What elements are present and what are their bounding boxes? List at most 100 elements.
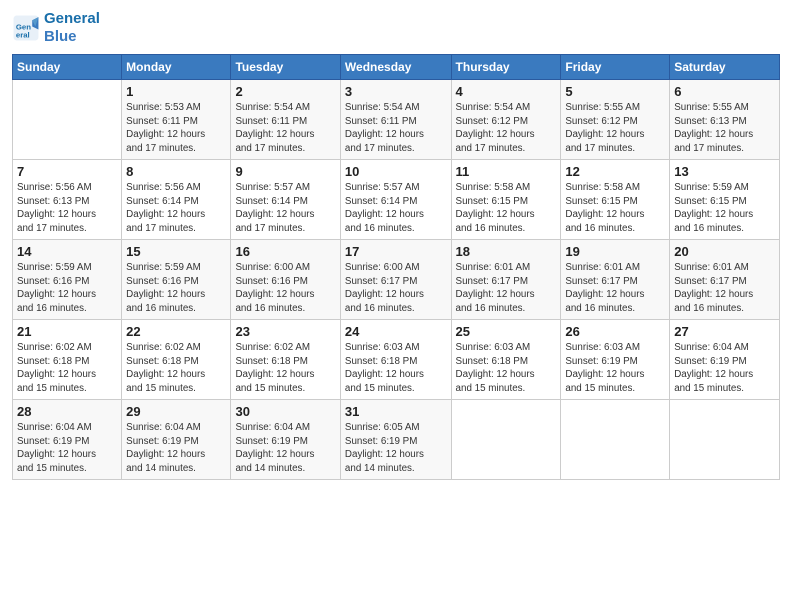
day-number: 28 — [17, 404, 117, 419]
day-number: 3 — [345, 84, 447, 99]
calendar-cell — [451, 400, 561, 480]
day-number: 16 — [235, 244, 335, 259]
day-number: 17 — [345, 244, 447, 259]
calendar-cell: 15 Sunrise: 5:59 AM Sunset: 6:16 PM Dayli… — [122, 240, 231, 320]
calendar-week-3: 21 Sunrise: 6:02 AM Sunset: 6:18 PM Dayli… — [13, 320, 780, 400]
calendar-cell — [561, 400, 670, 480]
day-number: 15 — [126, 244, 226, 259]
calendar-cell: 17 Sunrise: 6:00 AM Sunset: 6:17 PM Dayli… — [340, 240, 451, 320]
calendar-cell: 10 Sunrise: 5:57 AM Sunset: 6:14 PM Dayli… — [340, 160, 451, 240]
day-info: Sunrise: 6:04 AM Sunset: 6:19 PM Dayligh… — [126, 421, 226, 476]
calendar-cell — [13, 80, 122, 160]
day-number: 22 — [126, 324, 226, 339]
day-header-monday: Monday — [122, 55, 231, 80]
calendar-cell: 13Sunrise: 5:59 AM Sunset: 6:15 PM Dayli… — [670, 160, 780, 240]
day-info: Sunrise: 6:01 AM Sunset: 6:17 PM Dayligh… — [456, 261, 557, 316]
day-info: Sunrise: 6:04 AM Sunset: 6:19 PM Dayligh… — [674, 341, 775, 396]
calendar-cell: 25 Sunrise: 6:03 AM Sunset: 6:18 PM Dayli… — [451, 320, 561, 400]
day-number: 18 — [456, 244, 557, 259]
day-info: Sunrise: 6:02 AM Sunset: 6:18 PM Dayligh… — [126, 341, 226, 396]
day-number: 27 — [674, 324, 775, 339]
logo-text: General Blue — [44, 10, 100, 46]
day-number: 21 — [17, 324, 117, 339]
logo-icon: Gen eral — [12, 14, 40, 42]
day-info: Sunrise: 6:00 AM Sunset: 6:16 PM Dayligh… — [235, 261, 335, 316]
day-info: Sunrise: 5:56 AM Sunset: 6:14 PM Dayligh… — [126, 181, 226, 236]
day-info: Sunrise: 6:02 AM Sunset: 6:18 PM Dayligh… — [235, 341, 335, 396]
day-header-friday: Friday — [561, 55, 670, 80]
day-info: Sunrise: 5:54 AM Sunset: 6:11 PM Dayligh… — [235, 101, 335, 156]
day-info: Sunrise: 5:57 AM Sunset: 6:14 PM Dayligh… — [345, 181, 447, 236]
page-container: Gen eral General Blue SundayMondayTuesda… — [0, 0, 792, 488]
day-number: 23 — [235, 324, 335, 339]
day-info: Sunrise: 6:02 AM Sunset: 6:18 PM Dayligh… — [17, 341, 117, 396]
calendar-cell: 29Sunrise: 6:04 AM Sunset: 6:19 PM Dayli… — [122, 400, 231, 480]
day-header-saturday: Saturday — [670, 55, 780, 80]
day-info: Sunrise: 6:00 AM Sunset: 6:17 PM Dayligh… — [345, 261, 447, 316]
day-header-thursday: Thursday — [451, 55, 561, 80]
calendar-cell: 26 Sunrise: 6:03 AM Sunset: 6:19 PM Dayli… — [561, 320, 670, 400]
day-header-tuesday: Tuesday — [231, 55, 340, 80]
calendar-cell: 16 Sunrise: 6:00 AM Sunset: 6:16 PM Dayli… — [231, 240, 340, 320]
calendar-cell: 23 Sunrise: 6:02 AM Sunset: 6:18 PM Dayli… — [231, 320, 340, 400]
calendar-cell: 1Sunrise: 5:53 AM Sunset: 6:11 PM Daylig… — [122, 80, 231, 160]
day-number: 12 — [565, 164, 665, 179]
day-number: 31 — [345, 404, 447, 419]
day-info: Sunrise: 5:53 AM Sunset: 6:11 PM Dayligh… — [126, 101, 226, 156]
day-info: Sunrise: 5:54 AM Sunset: 6:11 PM Dayligh… — [345, 101, 447, 156]
logo: Gen eral General Blue — [12, 10, 100, 46]
calendar-cell: 11 Sunrise: 5:58 AM Sunset: 6:15 PM Dayli… — [451, 160, 561, 240]
day-number: 4 — [456, 84, 557, 99]
calendar-cell: 8 Sunrise: 5:56 AM Sunset: 6:14 PM Daylig… — [122, 160, 231, 240]
calendar-cell: 30Sunrise: 6:04 AM Sunset: 6:19 PM Dayli… — [231, 400, 340, 480]
day-info: Sunrise: 6:05 AM Sunset: 6:19 PM Dayligh… — [345, 421, 447, 476]
day-info: Sunrise: 6:03 AM Sunset: 6:18 PM Dayligh… — [456, 341, 557, 396]
day-number: 20 — [674, 244, 775, 259]
day-info: Sunrise: 5:54 AM Sunset: 6:12 PM Dayligh… — [456, 101, 557, 156]
calendar-cell: 24Sunrise: 6:03 AM Sunset: 6:18 PM Dayli… — [340, 320, 451, 400]
day-number: 25 — [456, 324, 557, 339]
day-number: 14 — [17, 244, 117, 259]
calendar-cell: 9Sunrise: 5:57 AM Sunset: 6:14 PM Daylig… — [231, 160, 340, 240]
day-info: Sunrise: 5:59 AM Sunset: 6:16 PM Dayligh… — [126, 261, 226, 316]
day-number: 10 — [345, 164, 447, 179]
calendar-cell: 2 Sunrise: 5:54 AM Sunset: 6:11 PM Daylig… — [231, 80, 340, 160]
day-info: Sunrise: 5:58 AM Sunset: 6:15 PM Dayligh… — [456, 181, 557, 236]
day-info: Sunrise: 6:03 AM Sunset: 6:19 PM Dayligh… — [565, 341, 665, 396]
day-header-sunday: Sunday — [13, 55, 122, 80]
day-info: Sunrise: 5:59 AM Sunset: 6:16 PM Dayligh… — [17, 261, 117, 316]
calendar-cell: 19Sunrise: 6:01 AM Sunset: 6:17 PM Dayli… — [561, 240, 670, 320]
calendar-week-1: 7 Sunrise: 5:56 AM Sunset: 6:13 PM Daylig… — [13, 160, 780, 240]
calendar-cell: 31 Sunrise: 6:05 AM Sunset: 6:19 PM Dayli… — [340, 400, 451, 480]
calendar-cell: 27 Sunrise: 6:04 AM Sunset: 6:19 PM Dayli… — [670, 320, 780, 400]
page-header: Gen eral General Blue — [12, 10, 780, 46]
day-number: 30 — [235, 404, 335, 419]
day-number: 7 — [17, 164, 117, 179]
calendar-cell: 6Sunrise: 5:55 AM Sunset: 6:13 PM Daylig… — [670, 80, 780, 160]
day-number: 26 — [565, 324, 665, 339]
calendar-header-row: SundayMondayTuesdayWednesdayThursdayFrid… — [13, 55, 780, 80]
calendar-cell — [670, 400, 780, 480]
day-info: Sunrise: 5:59 AM Sunset: 6:15 PM Dayligh… — [674, 181, 775, 236]
day-number: 9 — [235, 164, 335, 179]
calendar-cell: 3 Sunrise: 5:54 AM Sunset: 6:11 PM Daylig… — [340, 80, 451, 160]
day-info: Sunrise: 6:04 AM Sunset: 6:19 PM Dayligh… — [17, 421, 117, 476]
svg-text:eral: eral — [16, 30, 30, 39]
calendar-cell: 22 Sunrise: 6:02 AM Sunset: 6:18 PM Dayli… — [122, 320, 231, 400]
calendar-cell: 12 Sunrise: 5:58 AM Sunset: 6:15 PM Dayli… — [561, 160, 670, 240]
calendar-cell: 28 Sunrise: 6:04 AM Sunset: 6:19 PM Dayli… — [13, 400, 122, 480]
day-info: Sunrise: 6:01 AM Sunset: 6:17 PM Dayligh… — [565, 261, 665, 316]
calendar-week-0: 1Sunrise: 5:53 AM Sunset: 6:11 PM Daylig… — [13, 80, 780, 160]
day-number: 24 — [345, 324, 447, 339]
day-number: 8 — [126, 164, 226, 179]
day-info: Sunrise: 5:58 AM Sunset: 6:15 PM Dayligh… — [565, 181, 665, 236]
day-number: 11 — [456, 164, 557, 179]
calendar-cell: 7 Sunrise: 5:56 AM Sunset: 6:13 PM Daylig… — [13, 160, 122, 240]
day-number: 6 — [674, 84, 775, 99]
day-number: 2 — [235, 84, 335, 99]
calendar-week-2: 14 Sunrise: 5:59 AM Sunset: 6:16 PM Dayli… — [13, 240, 780, 320]
calendar-cell: 20Sunrise: 6:01 AM Sunset: 6:17 PM Dayli… — [670, 240, 780, 320]
calendar-cell: 18 Sunrise: 6:01 AM Sunset: 6:17 PM Dayli… — [451, 240, 561, 320]
calendar-cell: 5Sunrise: 5:55 AM Sunset: 6:12 PM Daylig… — [561, 80, 670, 160]
day-info: Sunrise: 5:56 AM Sunset: 6:13 PM Dayligh… — [17, 181, 117, 236]
